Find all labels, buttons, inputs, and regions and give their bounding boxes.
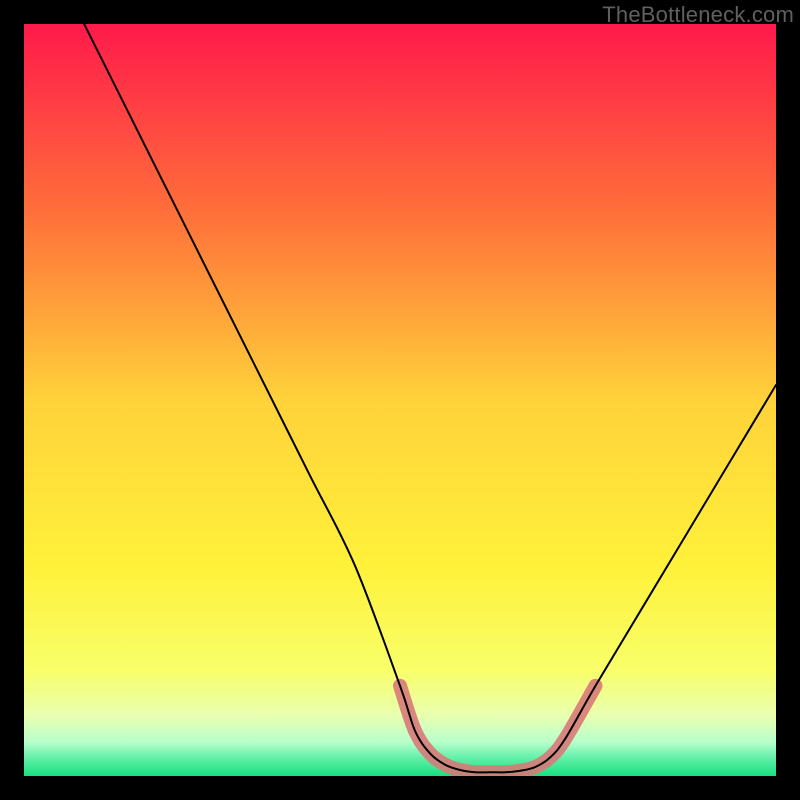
- watermark-label: TheBottleneck.com: [602, 2, 794, 28]
- plot-area: [24, 24, 776, 776]
- chart-background-gradient: [24, 24, 776, 776]
- bottleneck-chart-svg: [24, 24, 776, 776]
- chart-frame: TheBottleneck.com: [0, 0, 800, 800]
